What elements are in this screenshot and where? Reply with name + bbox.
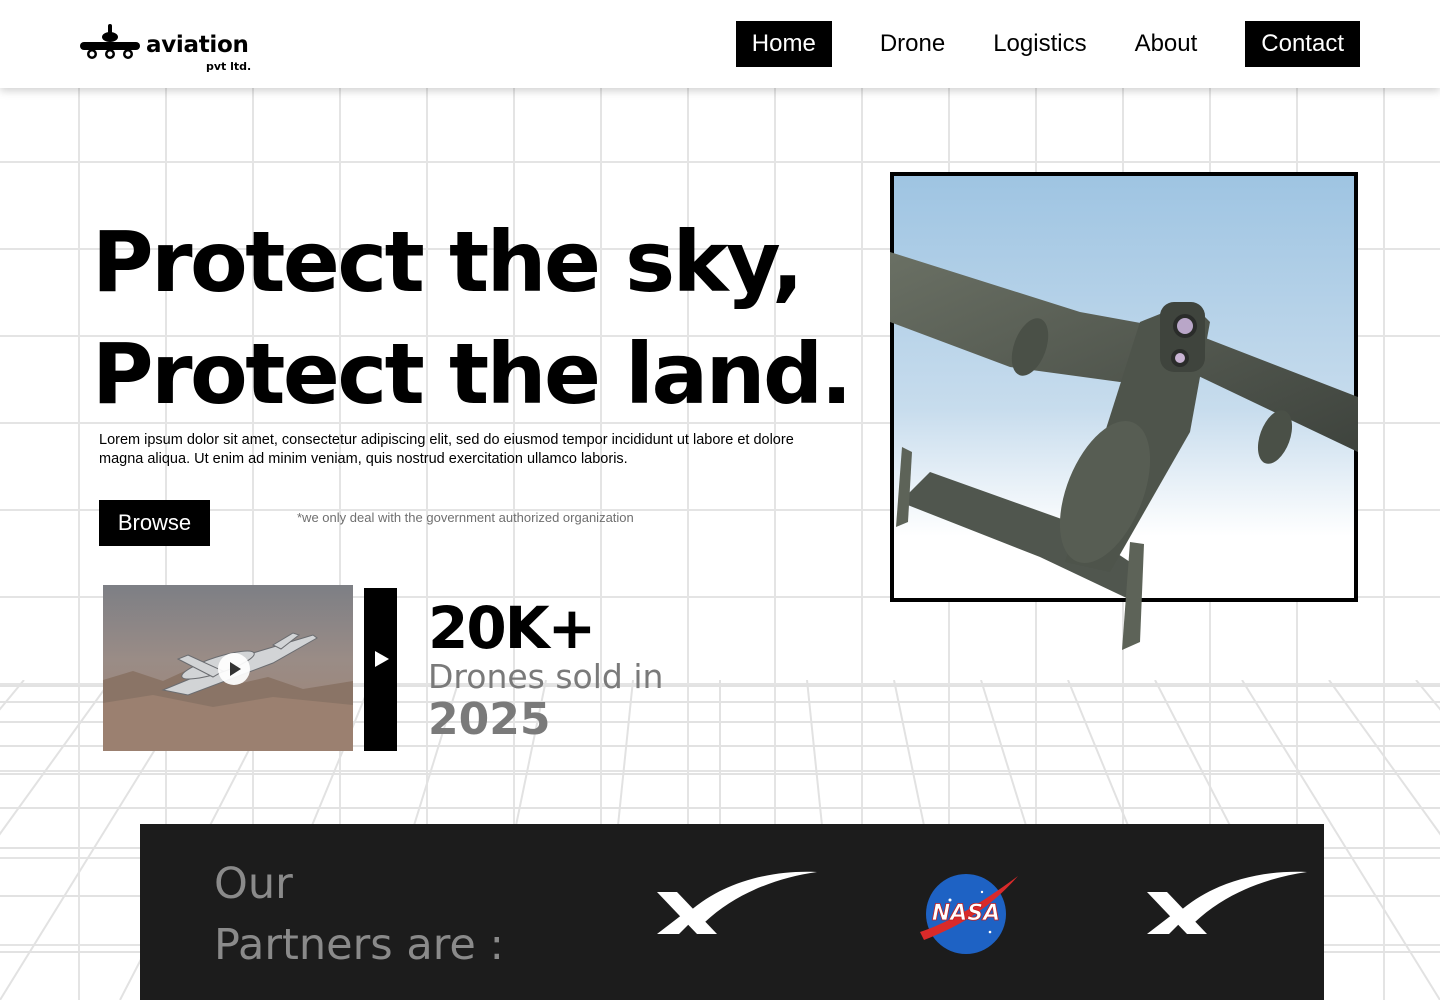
play-icon[interactable]: [218, 653, 250, 685]
partners-section: Our Partners are : NASA: [140, 824, 1324, 1000]
partners-title-line-2: Partners are :: [214, 920, 505, 970]
partners-title-line-1: Our: [214, 859, 293, 909]
nasa-logo[interactable]: NASA: [920, 870, 1020, 956]
browse-button[interactable]: Browse: [99, 500, 210, 546]
play-arrow-icon: [375, 651, 389, 667]
brand-name: aviation: [146, 32, 249, 58]
drones-sold-count: 20K+: [428, 594, 596, 662]
main-nav: Home Drone Logistics About Contact: [735, 21, 1360, 67]
authorization-note: *we only deal with the government author…: [297, 510, 634, 525]
svg-text:NASA: NASA: [932, 901, 1000, 926]
hero-title: Protect the sky, Protect the land.: [92, 206, 853, 430]
brand-logo[interactable]: aviation pvt ltd.: [80, 22, 260, 76]
play-video-button[interactable]: [364, 588, 397, 751]
x-logo[interactable]: [655, 870, 820, 942]
hero-title-line-2: Protect the land.: [92, 325, 853, 423]
hero-description: Lorem ipsum dolor sit amet, consectetur …: [99, 432, 794, 467]
brand-suffix: pvt ltd.: [206, 60, 252, 73]
hero-title-line-1: Protect the sky,: [92, 213, 804, 311]
drones-sold-label: Drones sold in: [428, 657, 664, 696]
x-logo[interactable]: [1145, 870, 1310, 942]
contact-button[interactable]: Contact: [1245, 21, 1360, 67]
site-header: aviation pvt ltd. Home Drone Logistics A…: [0, 0, 1440, 88]
airplane-icon: [80, 24, 140, 59]
hero-drone-image: [890, 172, 1358, 652]
nav-item-about[interactable]: About: [1119, 21, 1214, 67]
nav-item-home[interactable]: Home: [735, 21, 832, 67]
nav-item-drone[interactable]: Drone: [864, 21, 961, 67]
nav-item-logistics[interactable]: Logistics: [977, 21, 1102, 67]
video-thumbnail[interactable]: [103, 585, 353, 751]
partners-title: Our Partners are :: [214, 854, 504, 976]
drones-sold-year: 2025: [428, 694, 551, 745]
